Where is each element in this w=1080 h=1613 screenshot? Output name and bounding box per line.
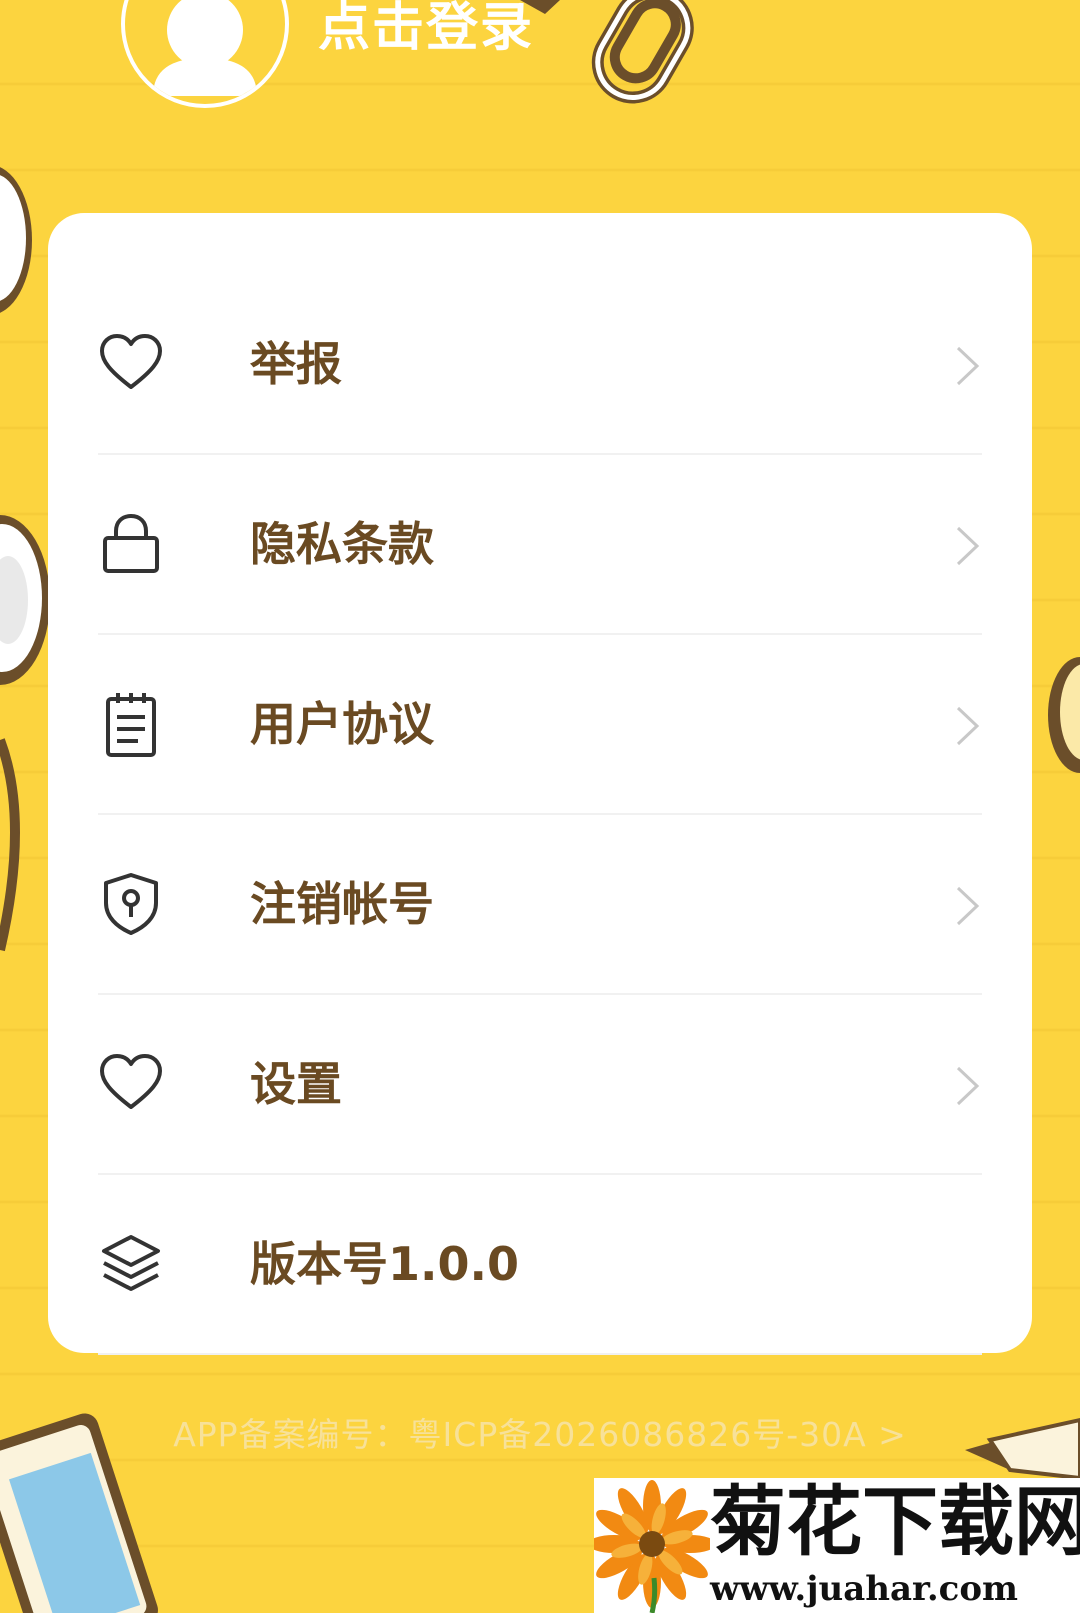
menu-label-report: 举报: [250, 337, 342, 391]
lock-icon: [103, 513, 159, 573]
login-link[interactable]: 点击登录: [318, 2, 534, 54]
menu-card: 举报 隐私条款 用户协议 注销帐号 设置 版本号1.0.0: [48, 213, 1032, 1355]
chevron-right-icon: [956, 886, 980, 926]
shield-keyhole-icon: [104, 873, 158, 935]
chevron-right-icon: [956, 346, 980, 386]
menu-label-privacy: 隐私条款: [250, 517, 434, 571]
paperclip-doodle: [591, 0, 694, 104]
tape-roll-doodle: [0, 167, 50, 952]
chevron-right-icon: [956, 1066, 980, 1106]
menu-label-delete-account: 注销帐号: [250, 877, 434, 931]
menu-label-version: 版本号1.0.0: [250, 1237, 519, 1291]
chevron-right-icon: [956, 526, 980, 566]
menu-item-user-agreement[interactable]: 用户协议: [98, 635, 982, 815]
watermark-title: 菊花下载网: [710, 1477, 1080, 1566]
flower-icon: [594, 1480, 710, 1613]
menu-label-user-agreement: 用户协议: [250, 697, 434, 751]
menu-item-settings[interactable]: 设置: [98, 995, 982, 1175]
menu-item-report[interactable]: 举报: [98, 275, 982, 455]
icp-record-link[interactable]: APP备案编号：粤ICP备2026086826号-30A >: [0, 1408, 1080, 1456]
menu-item-delete-account[interactable]: 注销帐号: [98, 815, 982, 995]
notepad-icon: [106, 693, 156, 757]
heart-icon: [100, 334, 162, 389]
right-doodle: [1048, 657, 1080, 773]
heart-icon: [100, 1054, 162, 1109]
watermark: 菊花下载网 www.juahar.com: [594, 1478, 1080, 1613]
menu-item-privacy[interactable]: 隐私条款: [98, 455, 982, 635]
watermark-url: www.juahar.com: [710, 1569, 1019, 1609]
layers-icon: [102, 1235, 160, 1291]
chevron-right-icon: [956, 706, 980, 746]
menu-label-settings: 设置: [250, 1057, 342, 1111]
menu-item-version: 版本号1.0.0: [98, 1175, 982, 1355]
